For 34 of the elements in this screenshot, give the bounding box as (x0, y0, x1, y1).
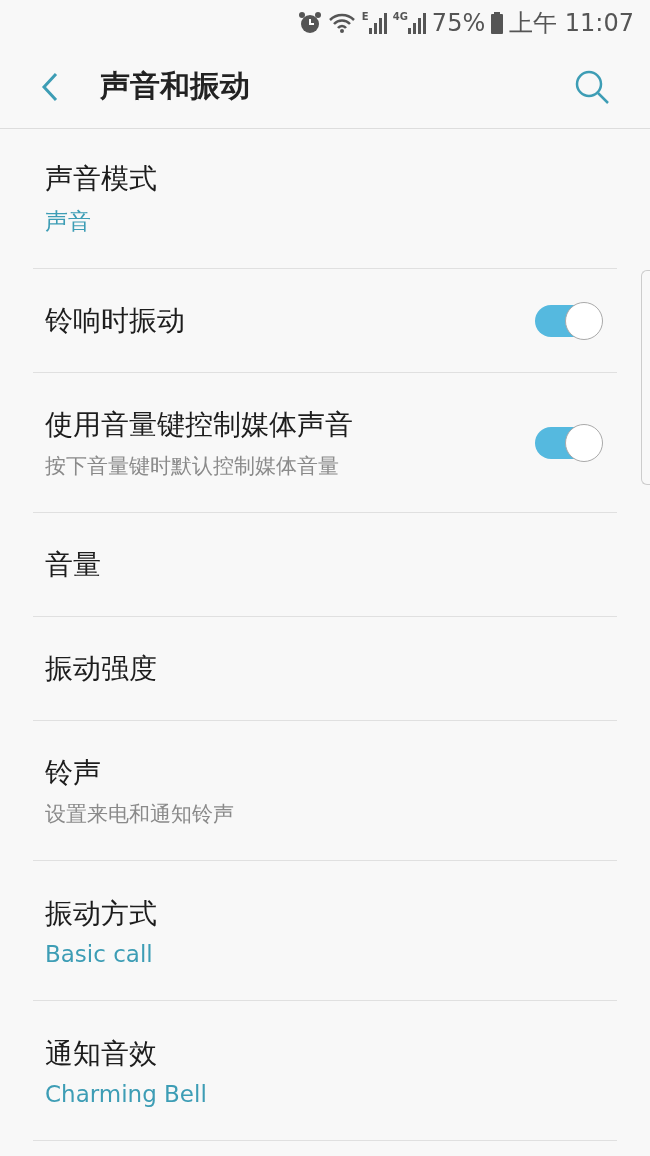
setting-item[interactable]: 使用音量键控制媒体声音 按下音量键时默认控制媒体音量 (33, 373, 617, 513)
setting-item[interactable]: 声音模式 声音 (33, 129, 617, 269)
setting-title: 音量 (45, 546, 102, 583)
setting-item[interactable]: 振动方式 Basic call (33, 861, 617, 1001)
setting-title: 通知音效 (45, 1035, 158, 1072)
setting-item[interactable]: 铃响时振动 (33, 269, 617, 373)
network-type-label: 4G (392, 11, 408, 22)
setting-item[interactable]: 通知音效 Charming Bell (33, 1001, 617, 1141)
setting-item[interactable]: 振动强度 (33, 617, 617, 721)
setting-title: 铃响时振动 (45, 302, 186, 339)
setting-title: 使用音量键控制媒体声音 (45, 406, 354, 443)
setting-description: 按下音量键时默认控制媒体音量 (45, 452, 340, 480)
toggle-switch[interactable] (535, 423, 603, 462)
setting-value: Charming Bell (45, 1080, 208, 1107)
setting-title: 声音模式 (45, 161, 158, 197)
setting-value: Basic call (45, 940, 154, 967)
battery-icon (491, 11, 504, 34)
clock-time: 上午 11:07 (509, 7, 634, 39)
setting-description: 设置来电和通知铃声 (45, 800, 235, 828)
wifi-icon (327, 11, 356, 34)
search-button[interactable] (574, 68, 610, 105)
setting-item[interactable]: 铃声 设置来电和通知铃声 (33, 721, 617, 861)
screen-title: 声音和振动 (100, 67, 251, 105)
setting-title: 振动方式 (45, 895, 158, 932)
signal-icon (368, 11, 387, 34)
network-type-label: E (361, 11, 369, 22)
setting-title: 振动强度 (45, 650, 158, 687)
battery-percentage: 75% (431, 8, 486, 37)
alarm-icon (297, 10, 322, 35)
setting-item[interactable]: 音量 (33, 513, 617, 617)
signal-icon (407, 11, 426, 34)
toggle-switch[interactable] (535, 301, 603, 340)
setting-value: 声音 (45, 207, 92, 236)
setting-title: 铃声 (45, 754, 102, 791)
